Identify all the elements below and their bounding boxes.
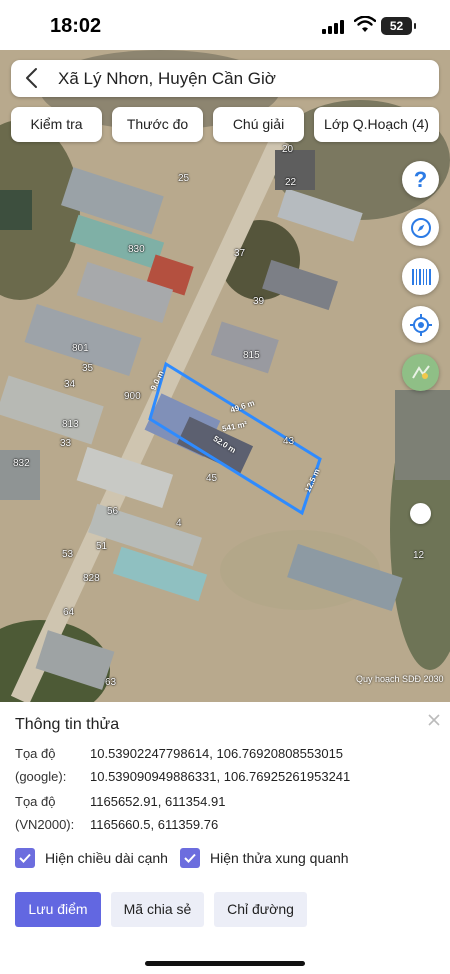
lot-label: 12: [413, 550, 425, 561]
lot-label: 813: [62, 419, 79, 430]
compass-button[interactable]: [402, 209, 439, 246]
lot-label: 45: [206, 473, 218, 484]
coord-vn2000-value-2: 1165660.5, 611359.76: [90, 817, 219, 832]
coord-vn2000-value: 1165652.91, 611354.91: [90, 794, 226, 809]
compass-icon: [410, 217, 431, 238]
lot-label: 900: [124, 391, 141, 402]
location-header[interactable]: Xã Lý Nhơn, Huyện Cần Giờ: [11, 60, 439, 97]
lot-label: 53: [62, 549, 74, 560]
lot-label: 39: [253, 296, 265, 307]
wifi-icon: [354, 16, 376, 32]
barcode-icon: [411, 268, 431, 285]
lot-label: 25: [178, 173, 190, 184]
lot-label: 832: [13, 458, 30, 469]
signal-icon: [322, 18, 348, 34]
tab-kiem-tra[interactable]: Kiểm tra: [11, 107, 102, 142]
lot-label: 815: [243, 350, 260, 361]
help-icon: ?: [413, 166, 428, 192]
status-bar: 18:02 52: [0, 0, 450, 50]
close-icon[interactable]: [427, 713, 441, 727]
show-neighbors-checkbox[interactable]: Hiện thửa xung quanh: [180, 848, 349, 868]
share-code-button[interactable]: Mã chia sẻ: [111, 892, 204, 927]
coord-google-value-2: 10.539090949886331, 106.76925261953241: [90, 769, 351, 784]
lot-label: 34: [64, 379, 76, 390]
coord-vn2000-label: Tọa độ: [15, 794, 56, 809]
directions-button[interactable]: Chỉ đường: [214, 892, 307, 927]
locate-icon: [409, 313, 432, 336]
lot-label: 63: [105, 677, 117, 688]
map-watermark: Quy hoạch SDĐ 2030: [356, 674, 444, 684]
lot-label: 37: [234, 248, 246, 259]
lot-label: 828: [83, 573, 100, 584]
checkbox-checked-icon: [180, 848, 200, 868]
back-icon[interactable]: [21, 66, 45, 90]
tab-lop-quy-hoach[interactable]: Lớp Q.Hoạch (4): [314, 107, 439, 142]
tab-thuoc-do[interactable]: Thước đo: [112, 107, 203, 142]
show-edge-length-label: Hiện chiều dài cạnh: [45, 850, 168, 866]
lot-label: 4: [176, 518, 182, 529]
satellite-map[interactable]: 49.6 m 541 m² 52.0 m 9.0 m 12.5 m 20 25 …: [0, 50, 450, 702]
barcode-button[interactable]: [402, 258, 439, 295]
lot-label: 830: [128, 244, 145, 255]
show-neighbors-label: Hiện thửa xung quanh: [210, 850, 349, 866]
parcel-info-panel: Thông tin thửa Tọa độ 10.53902247798614,…: [0, 702, 450, 974]
lot-label: 64: [63, 607, 75, 618]
satellite-imagery: [0, 50, 450, 702]
lot-label: 43: [283, 436, 295, 447]
coord-google-label: Tọa độ: [15, 746, 56, 761]
lot-label: 33: [60, 438, 72, 449]
lot-label: 51: [96, 541, 108, 552]
coord-google-label-2: (google):: [15, 769, 67, 784]
layers-icon: [411, 364, 430, 379]
location-title: Xã Lý Nhơn, Huyện Cần Giờ: [58, 69, 276, 88]
lot-label: 22: [285, 177, 297, 188]
lot-label: 35: [82, 363, 94, 374]
lot-label: 56: [107, 506, 119, 517]
lot-label: 801: [72, 343, 89, 354]
map-handle[interactable]: [410, 503, 431, 524]
lot-label: 20: [282, 144, 294, 155]
help-button[interactable]: ?: [402, 161, 439, 198]
status-time: 18:02: [50, 15, 102, 37]
panel-title: Thông tin thửa: [15, 716, 120, 733]
battery-icon: 52: [381, 17, 416, 35]
map-layers-button[interactable]: [402, 354, 439, 391]
checkbox-checked-icon: [15, 848, 35, 868]
coord-google-value: 10.53902247798614, 106.76920808553015: [90, 746, 344, 761]
save-point-button[interactable]: Lưu điểm: [15, 892, 101, 927]
home-indicator[interactable]: [145, 961, 305, 966]
locate-button[interactable]: [402, 306, 439, 343]
coord-vn2000-label-2: (VN2000):: [15, 817, 75, 832]
show-edge-length-checkbox[interactable]: Hiện chiều dài cạnh: [15, 848, 168, 868]
tab-chu-giai[interactable]: Chú giải: [213, 107, 304, 142]
